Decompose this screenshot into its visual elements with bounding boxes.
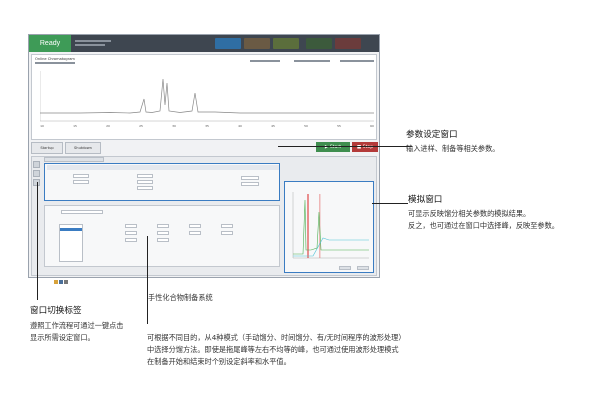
x-tick-label: 55 [337,124,341,128]
tabs-callout: 窗口切换标签 遵照工作流程可通过一键点击 显示所需设定窗口。 [30,304,123,344]
toolbar-button-4[interactable] [306,38,332,49]
stop-button[interactable]: ■ Stop [352,142,378,152]
save-icon[interactable] [59,280,63,284]
online-chromatogram-panel: Online Chromatogram 10 15 20 25 30 35 40 45 50 55… [31,54,377,140]
fraction-desc-1: 可根据不同目的，从4种模式（手动馏分、时间馏分、有/无时间程序的波形处理） [147,333,406,342]
x-tick-label: 20 [106,124,110,128]
chromatogram-subtitle [35,61,75,64]
fraction-callout: 可根据不同目的，从4种模式（手动馏分、时间馏分、有/无时间程序的波形处理） 中选… [147,332,406,368]
sim-callout-desc-1: 可显示反映馏分相关参数的模拟结果。 [408,209,531,218]
param-field-7[interactable] [241,182,259,186]
method-tab-bar[interactable] [44,157,104,162]
tabs-callout-desc-2: 显示所需设定窗口。 [30,333,95,342]
x-tick-label: 30 [172,124,176,128]
remaining-time-readout [340,60,374,62]
chromatogram-x-axis: 10 15 20 25 30 35 40 45 50 55 60 [40,124,374,128]
param-field-2[interactable] [73,180,89,184]
software-window: Ready Online Chromatogram 10 15 20 25 30 35 40… [28,34,380,284]
system-info [75,38,123,49]
fraction-desc-3: 在制备开始和结束时个别设定斜率和水平值。 [147,357,291,366]
tabs-callout-title: 窗口切换标签 [30,306,82,316]
x-tick-label: 40 [238,124,242,128]
simulation-plot [292,192,369,259]
folder-icon[interactable] [54,280,58,284]
startup-button[interactable]: Startup [31,142,63,154]
tabs-leader-line [37,182,38,300]
tabs-callout-desc-1: 遵照工作流程可通过一键点击 [30,321,124,330]
param-field-5[interactable] [137,186,153,190]
simulation-window [284,181,374,273]
x-tick-label: 35 [205,124,209,128]
parameter-tabs[interactable] [47,165,279,170]
sim-button-2[interactable] [357,266,369,270]
refresh-icon[interactable] [64,280,68,284]
sim-callout-desc-2: 反之，也可通过在窗口中选择峰，反映至参数。 [408,221,559,230]
status-ready-indicator: Ready [29,35,71,52]
params-callout: 参数设定窗口 输入进样、制备等相关参数。 [406,128,499,155]
sim-button-1[interactable] [339,266,351,270]
figure-caption: 手性化合物制备系统 [148,293,213,302]
sim-callout-title: 模拟窗口 [408,195,443,205]
fraction-leader-line [147,236,148,324]
chromatogram-plot: 10 15 20 25 30 35 40 45 50 55 60 [40,71,374,128]
collection-mode-select[interactable] [61,210,103,214]
cycle-time-readout [250,60,280,62]
x-tick-label: 45 [271,124,275,128]
x-tick-label: 60 [370,124,374,128]
params-callout-desc: 输入进样、制备等相关参数。 [406,144,500,153]
fraction-list[interactable] [59,224,83,262]
toolbar-button-3[interactable] [273,38,299,49]
toolbar-button-2[interactable] [244,38,270,49]
top-status-bar: Ready [29,35,379,52]
bottom-icons [54,269,70,284]
x-tick-label: 25 [139,124,143,128]
x-tick-label: 10 [40,124,44,128]
tab-method[interactable] [33,161,40,168]
shutdown-button[interactable]: Shutdown [65,142,101,154]
sim-callout: 模拟窗口 可显示反映馏分相关参数的模拟结果。 反之，也可通过在窗口中选择峰，反映… [408,193,559,232]
collection-settings-panel [44,205,280,267]
collection-grid [117,224,257,244]
toolbar-button-1[interactable] [215,38,241,49]
sim-leader-line [372,203,408,204]
param-field-6[interactable] [241,176,259,180]
x-tick-label: 50 [304,124,308,128]
parameter-setting-window [44,163,280,201]
param-field-4[interactable] [137,180,153,184]
param-field-1[interactable] [73,174,89,178]
fraction-desc-2: 中选择分馏方法。即使是拖尾峰等左右不均等的峰，也可通过使用波形处理模式 [147,345,399,354]
elapsed-time-readout [294,60,330,62]
param-field-3[interactable] [137,174,153,178]
params-leader-line [278,146,412,147]
toolbar-button-5[interactable] [335,38,361,49]
workspace-panel [31,156,377,284]
params-callout-title: 参数设定窗口 [406,130,458,140]
tab-sequence[interactable] [33,170,40,177]
control-row: Startup Shutdown ▶ Start ■ Stop [31,142,378,154]
x-tick-label: 15 [73,124,77,128]
start-button[interactable]: ▶ Start [316,142,350,152]
